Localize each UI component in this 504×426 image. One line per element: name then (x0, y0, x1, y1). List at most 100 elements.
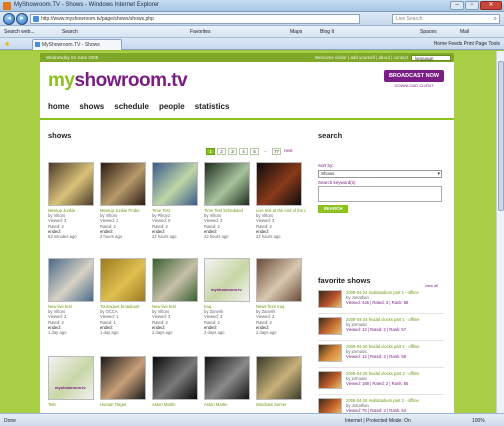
show-time: 1 day ago (100, 330, 119, 336)
search-heading: search (318, 131, 343, 140)
maximize-button[interactable]: ▫ (465, 1, 479, 10)
show-thumbnail[interactable] (152, 356, 198, 400)
show-thumbnail[interactable] (100, 356, 146, 400)
keywords-input[interactable] (318, 186, 442, 202)
show-meta: New live test by Viltoro Viewed: 3 Rated: 2… (152, 304, 202, 335)
show-time: 22 hours ago (204, 234, 229, 240)
show-meta: Aston Martin (152, 402, 202, 407)
search-button[interactable]: SEARCH (318, 205, 348, 213)
keywords-label: Search keyword(s) (318, 180, 356, 185)
show-title[interactable]: Aston Martin (152, 402, 202, 407)
favorite-divider (318, 313, 444, 314)
window-titlebar: MyShowroom.TV - Shows - Windows Internet… (0, 0, 504, 12)
pagination: 1 2 3 4 5 ... 77 next (206, 148, 294, 155)
tab-myshowroom[interactable]: MyShowroom.TV - Shows (32, 39, 122, 50)
window-controls: – ▫ ✕ (450, 1, 502, 10)
show-thumbnail[interactable] (100, 162, 146, 206)
status-text: Done (4, 418, 16, 424)
minimize-button[interactable]: – (450, 1, 464, 10)
site-top-strip: Wednesday 04 June 2008 Welcome visitor |… (40, 53, 454, 62)
nav-schedule[interactable]: schedule (114, 102, 149, 111)
nav-home[interactable]: home (48, 102, 69, 111)
favorites-star-icon[interactable]: ★ (4, 40, 10, 48)
page-link[interactable]: 4 (239, 148, 248, 155)
forward-button[interactable]: ▸ (16, 13, 28, 25)
show-meta: Iraq by Zanvrik Viewed: 3 Rated: 2 ended: 2 d… (204, 304, 254, 335)
show-meta: News from Iraq by Zanvrik Viewed: 3 Rated: … (256, 304, 306, 335)
toolbar-favorites[interactable]: Favorites (190, 29, 211, 35)
show-title[interactable]: Test (48, 402, 98, 407)
show-meta: Tourniquet broadcast by OCCA Viewed: 1 Rate… (100, 304, 150, 335)
close-button[interactable]: ✕ (480, 1, 502, 10)
search-icon[interactable]: ⌕ (494, 15, 497, 23)
favorite-thumbnail[interactable] (318, 344, 342, 362)
vertical-scrollbar[interactable] (496, 51, 504, 413)
show-thumbnail[interactable] (48, 258, 94, 302)
show-title[interactable]: Windows Server (256, 402, 306, 407)
address-bar-row: ◂ ▸ http://www.myshowroom.tv/page/shows/… (0, 12, 504, 26)
language-select[interactable]: language (411, 54, 451, 61)
favorite-thumbnail[interactable] (318, 398, 342, 413)
favorite-shows-heading: favorite shows (318, 276, 371, 285)
broadcast-now-button[interactable]: BROADCAST NOW (384, 70, 444, 82)
favorite-show-item[interactable]: 2008-04-26 multistadium part 2 - offline… (318, 398, 444, 413)
favorite-divider (318, 340, 444, 341)
show-thumbnail[interactable] (204, 162, 250, 206)
show-time: 2 hours ago (100, 234, 123, 240)
download-client-link[interactable]: DOWNLOAD CLIENT (384, 83, 444, 88)
show-time: 1 day ago (48, 330, 67, 336)
page-link[interactable]: 3 (228, 148, 237, 155)
show-thumbnail[interactable]: myshowroom.tv (48, 356, 94, 400)
show-thumbnail[interactable] (256, 356, 302, 400)
show-meta: Live test at the end of the day by Viltor… (256, 208, 306, 239)
toolbar-search[interactable]: Search (62, 29, 78, 35)
sort-select[interactable]: Shows ▾ (318, 170, 442, 178)
scrollbar-thumb[interactable] (498, 61, 504, 211)
back-button[interactable]: ◂ (3, 13, 15, 25)
show-thumbnail[interactable] (48, 162, 94, 206)
toolbar-search-web[interactable]: Search web... (4, 29, 35, 35)
thumbnail-placeholder-logo: myshowroom.tv (55, 385, 86, 390)
show-time: 2 days ago (256, 330, 277, 336)
browser-search-input[interactable]: Live Search ⌕ (392, 14, 500, 24)
show-thumbnail[interactable] (256, 162, 302, 206)
page-link[interactable]: 1 (206, 148, 215, 155)
toolbar-spaces[interactable]: Spaces (420, 29, 437, 35)
security-zone[interactable]: Internet | Protected Mode: On (345, 418, 411, 424)
show-title[interactable]: Aston Martin (204, 402, 254, 407)
toolbar-mail[interactable]: Mail (460, 29, 469, 35)
toolbar-blog-it[interactable]: Blog It (320, 29, 334, 35)
zoom-level[interactable]: 100% (472, 418, 485, 424)
show-title[interactable]: Human Target (100, 402, 150, 407)
site-logo[interactable]: myshowroom.tv (48, 70, 188, 92)
view-all-link[interactable]: view all (425, 283, 438, 288)
show-thumbnail[interactable] (152, 162, 198, 206)
page-link[interactable]: 2 (217, 148, 226, 155)
show-thumbnail[interactable] (100, 258, 146, 302)
show-meta: Human Target (100, 402, 150, 407)
command-bar[interactable]: Home Feeds Print Page Tools (434, 41, 500, 47)
page-link[interactable]: 77 (272, 148, 282, 155)
favorite-thumbnail[interactable] (318, 317, 342, 335)
show-thumbnail[interactable]: myshowroom.tv (204, 258, 250, 302)
site-top-links[interactable]: Welcome visitor | add yourself | about |… (315, 53, 408, 62)
page-next-link[interactable]: next (283, 148, 294, 155)
nav-people[interactable]: people (159, 102, 185, 111)
address-field[interactable]: http://www.myshowroom.tv/page/shows/show… (30, 14, 360, 24)
show-meta: Aston Martin (204, 402, 254, 407)
page-link[interactable]: 5 (250, 148, 259, 155)
logo-my: my (48, 70, 75, 91)
toolbar-maps[interactable]: Maps (290, 29, 302, 35)
nav-shows[interactable]: shows (79, 102, 104, 111)
show-meta: Windows Server (256, 402, 306, 407)
show-thumbnail[interactable] (256, 258, 302, 302)
show-thumbnail[interactable] (204, 356, 250, 400)
browser-search-placeholder: Live Search (396, 16, 423, 22)
chevron-down-icon: ▾ (437, 171, 440, 177)
nav-statistics[interactable]: statistics (195, 102, 230, 111)
sort-select-value: Shows (321, 171, 335, 176)
show-thumbnail[interactable] (152, 258, 198, 302)
favorite-info: 2008-04-25 feudal clocks part 3 - offlin… (346, 371, 444, 386)
favorite-thumbnail[interactable] (318, 290, 342, 308)
favorite-thumbnail[interactable] (318, 371, 342, 389)
